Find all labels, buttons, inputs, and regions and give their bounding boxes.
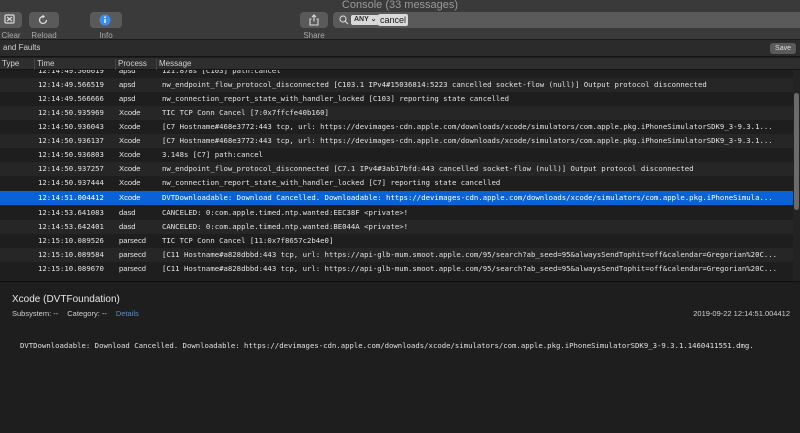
row-time: 12:14:49.566519 [38, 80, 104, 89]
row-message: 3.148s [C7] path:cancel [162, 150, 264, 159]
row-time: 12:14:50.936803 [38, 150, 104, 159]
row-time: 12:14:50.935969 [38, 108, 104, 117]
row-process: Xcode [119, 164, 141, 173]
row-time: 12:14:50.936043 [38, 122, 104, 131]
log-scrollbar[interactable] [793, 70, 800, 281]
row-time: 12:14:50.937257 [38, 164, 104, 173]
row-time: 12:14:50.937444 [38, 178, 104, 187]
detail-pane: Xcode (DVTFoundation) Subsystem: -- Categ… [0, 282, 800, 433]
row-message: TIC TCP Conn Cancel [7:0x7ffcfe40b160] [162, 108, 329, 117]
details-link[interactable]: Details [116, 309, 139, 318]
clear-icon [4, 14, 15, 24]
table-row[interactable]: 12:14:50.936137 Xcode [C7 Hostname#468e377… [0, 134, 793, 148]
row-message: 121.878s [C103] path:cancel [162, 70, 281, 75]
row-message: CANCELED: 0:com.apple.timed.ntp.wanted:E… [162, 208, 409, 217]
row-message: [C7 Hostname#468e3772:443 tcp, url: http… [162, 136, 773, 145]
table-row[interactable]: 12:15:10.089526 parsecd TIC TCP Conn Cance… [0, 234, 793, 248]
row-message: CANCELED: 0:com.apple.timed.ntp.wanted:B… [162, 222, 409, 231]
row-message: [C7 Hostname#468e3772:443 tcp, url: http… [162, 122, 773, 131]
table-row[interactable]: 12:14:50.936043 Xcode [C7 Hostname#468e377… [0, 120, 793, 134]
clear-button[interactable]: Clear [0, 12, 22, 40]
row-message: [C11 Hostname#a828dbbd:443 tcp, url: htt… [162, 250, 778, 259]
row-message: [C11 Hostname#a828dbbd:443 tcp, url: htt… [162, 264, 778, 273]
search-token-any[interactable]: ANY ⌄ [351, 15, 380, 25]
search-icon [339, 15, 349, 25]
row-process: parsecd [119, 264, 147, 273]
row-message: TIC TCP Conn Cancel [11:0x7f8657c2b4e0] [162, 236, 334, 245]
detail-subsystem: Subsystem: -- [12, 309, 59, 318]
row-process: dasd [119, 208, 136, 217]
row-message: nw_endpoint_flow_protocol_disconnected [… [162, 164, 694, 173]
search-field[interactable]: ANY ⌄ cancel [333, 12, 800, 28]
column-headers: Type Time Process Message [0, 58, 800, 70]
info-label: Info [99, 31, 113, 40]
row-process: dasd [119, 222, 136, 231]
row-message: DVTDownloadable: Download Cancelled. Dow… [162, 193, 773, 202]
detail-title: Xcode (DVTFoundation) [12, 294, 120, 305]
row-message: nw_connection_report_state_with_handler_… [162, 94, 510, 103]
scrollbar-thumb[interactable] [794, 93, 799, 210]
row-time: 12:14:53.642401 [38, 222, 104, 231]
table-row[interactable]: 12:14:50.935969 Xcode TIC TCP Conn Cancel … [0, 106, 793, 120]
toolbar: Console (33 messages) Clear Reload Info … [0, 0, 800, 40]
share-label: Share [303, 31, 325, 40]
search-query[interactable]: cancel [378, 14, 409, 26]
table-row-selected[interactable]: 12:14:51.004412 Xcode DVTDownloadable: Dow… [0, 191, 793, 205]
log-table: 12:14:49.566619 apsd 121.878s [C103] path:… [0, 70, 793, 281]
row-time: 12:15:10.089584 [38, 250, 104, 259]
row-time: 12:14:49.566666 [38, 94, 104, 103]
table-row[interactable]: 12:14:49.566519 apsd nw_endpoint_flow_prot… [0, 78, 793, 92]
row-message: nw_connection_report_state_with_handler_… [162, 178, 501, 187]
filter-bar: and Faults Save [0, 40, 800, 57]
row-process: parsecd [119, 236, 147, 245]
column-header-process[interactable]: Process [115, 59, 147, 70]
column-header-type[interactable]: Type [0, 59, 19, 70]
row-time: 12:15:10.089526 [38, 236, 104, 245]
detail-timestamp: 2019-09-22 12:14:51.004412 [693, 309, 790, 318]
share-icon [309, 14, 319, 26]
clear-label: Clear [1, 31, 21, 40]
info-button[interactable]: Info [90, 12, 122, 40]
reload-icon [38, 14, 48, 25]
row-message: nw_endpoint_flow_protocol_disconnected [… [162, 80, 707, 89]
table-row[interactable]: 12:14:49.566666 apsd nw_connection_report_… [0, 92, 793, 106]
row-time: 12:14:53.641083 [38, 208, 104, 217]
row-process: Xcode [119, 150, 141, 159]
detail-message: DVTDownloadable: Download Cancelled. Dow… [20, 341, 754, 350]
row-process: Xcode [119, 178, 141, 187]
row-time: 12:14:51.004412 [38, 193, 104, 202]
save-button[interactable]: Save [770, 43, 796, 54]
row-process: apsd [119, 80, 136, 89]
row-process: parsecd [119, 250, 147, 259]
row-process: apsd [119, 70, 136, 75]
row-process: Xcode [119, 122, 141, 131]
reload-button[interactable]: Reload [29, 12, 59, 40]
info-icon [99, 14, 111, 26]
table-row[interactable]: 12:14:53.641083 dasd CANCELED: 0:com.apple… [0, 206, 793, 220]
table-row[interactable]: 12:14:50.936803 Xcode 3.148s [C7] path:can… [0, 148, 793, 162]
table-row[interactable]: 12:14:50.937257 Xcode nw_endpoint_flow_pro… [0, 162, 793, 176]
table-row[interactable]: 12:15:10.089584 parsecd [C11 Hostname#a828… [0, 248, 793, 262]
table-row[interactable]: 12:14:53.642401 dasd CANCELED: 0:com.apple… [0, 220, 793, 234]
row-time: 12:15:10.089670 [38, 264, 104, 273]
row-process: Xcode [119, 193, 141, 202]
row-process: Xcode [119, 108, 141, 117]
detail-category: Category: -- [67, 309, 107, 318]
share-button[interactable]: Share [300, 12, 328, 40]
reload-label: Reload [31, 31, 57, 40]
filter-scope-label[interactable]: and Faults [3, 43, 40, 52]
row-time: 12:14:49.566619 [38, 70, 104, 75]
window-title: Console (33 messages) [341, 0, 459, 11]
detail-meta: Subsystem: -- Category: -- Details [12, 309, 139, 318]
row-process: Xcode [119, 136, 141, 145]
row-time: 12:14:50.936137 [38, 136, 104, 145]
table-row[interactable]: 12:14:49.566619 apsd 121.878s [C103] path:… [0, 70, 793, 78]
column-header-time[interactable]: Time [34, 59, 54, 70]
table-row[interactable]: 12:15:10.089670 parsecd [C11 Hostname#a828… [0, 262, 793, 276]
row-process: apsd [119, 94, 136, 103]
column-header-message[interactable]: Message [156, 59, 191, 70]
table-row[interactable]: 12:14:50.937444 Xcode nw_connection_report… [0, 176, 793, 190]
